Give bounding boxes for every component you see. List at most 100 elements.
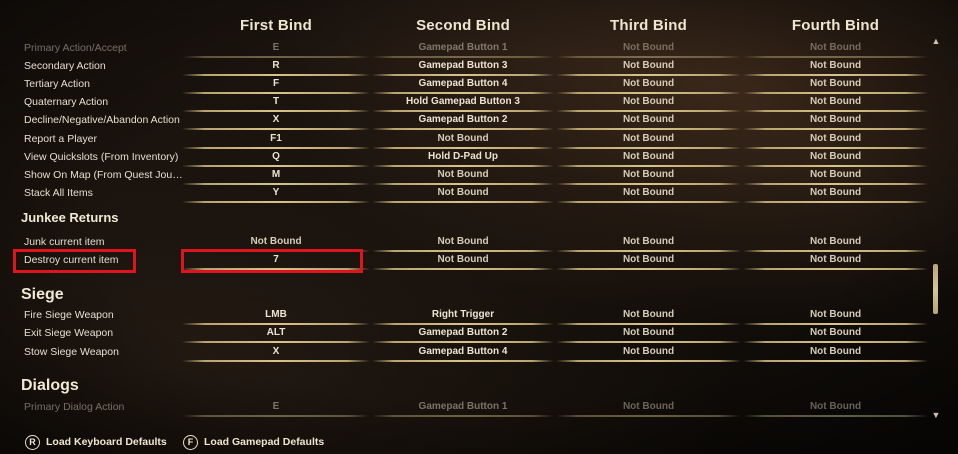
first-bind-cell[interactable]: Y xyxy=(182,185,370,203)
keybind-row[interactable]: Exit Siege Weapon ALT Gamepad Button 2 Not … xyxy=(0,325,940,343)
fourth-bind-cell[interactable]: Not Bound xyxy=(743,58,928,76)
action-label: Exit Siege Weapon xyxy=(24,327,114,339)
third-bind-cell[interactable]: Not Bound xyxy=(556,307,741,325)
keybind-row[interactable]: Junk current item Not Bound Not Bound Not B… xyxy=(0,234,940,252)
third-bind-cell[interactable]: Not Bound xyxy=(556,344,741,362)
first-bind-cell[interactable]: M xyxy=(182,167,370,185)
fourth-bind-cell[interactable]: Not Bound xyxy=(743,149,928,167)
fourth-bind-cell[interactable]: Not Bound xyxy=(743,252,928,270)
second-bind-cell[interactable]: Not Bound xyxy=(372,252,554,270)
third-bind-cell[interactable]: Not Bound xyxy=(556,325,741,343)
second-bind-cell[interactable]: Not Bound xyxy=(372,131,554,149)
second-bind-cell[interactable]: Gamepad Button 4 xyxy=(372,76,554,94)
fourth-bind-cell[interactable]: Not Bound xyxy=(743,131,928,149)
fourth-bind-cell[interactable]: Not Bound xyxy=(743,167,928,185)
keybind-row[interactable]: Primary Action/Accept E Gamepad Button 1 No… xyxy=(0,40,940,58)
first-bind-cell[interactable]: F1 xyxy=(182,131,370,149)
keyboard-key-badge: R xyxy=(25,434,40,450)
first-bind-cell[interactable]: T xyxy=(182,94,370,112)
fourth-bind-cell[interactable]: Not Bound xyxy=(743,325,928,343)
first-bind-cell[interactable]: E xyxy=(182,40,370,58)
load-gamepad-defaults-button[interactable]: F Load Gamepad Defaults xyxy=(183,432,324,452)
second-bind-cell[interactable]: Gamepad Button 4 xyxy=(372,344,554,362)
action-label: Fire Siege Weapon xyxy=(24,309,114,321)
action-label: Primary Dialog Action xyxy=(24,401,125,413)
second-bind-cell[interactable]: Gamepad Button 3 xyxy=(372,58,554,76)
action-label: Tertiary Action xyxy=(24,78,90,90)
scrollbar[interactable]: ▲ ▼ xyxy=(931,36,941,421)
second-bind-cell[interactable]: Right Trigger xyxy=(372,307,554,325)
header-first-bind: First Bind xyxy=(240,17,312,34)
keybind-row[interactable]: Secondary Action R Gamepad Button 3 Not Bou… xyxy=(0,58,940,76)
third-bind-cell[interactable]: Not Bound xyxy=(556,94,741,112)
first-bind-cell[interactable]: X xyxy=(182,344,370,362)
second-bind-cell[interactable]: Hold Gamepad Button 3 xyxy=(372,94,554,112)
first-bind-cell[interactable]: F xyxy=(182,76,370,94)
second-bind-cell[interactable]: Gamepad Button 2 xyxy=(372,325,554,343)
third-bind-cell[interactable]: Not Bound xyxy=(556,112,741,130)
fourth-bind-cell[interactable]: Not Bound xyxy=(743,94,928,112)
fourth-bind-cell[interactable]: Not Bound xyxy=(743,112,928,130)
third-bind-cell[interactable]: Not Bound xyxy=(556,40,741,58)
scroll-thumb[interactable] xyxy=(933,264,938,314)
fourth-bind-cell[interactable]: Not Bound xyxy=(743,307,928,325)
first-bind-cell[interactable]: LMB xyxy=(182,307,370,325)
third-bind-cell[interactable]: Not Bound xyxy=(556,167,741,185)
keybind-row[interactable]: Fire Siege Weapon LMB Right Trigger Not Bou… xyxy=(0,307,940,325)
keybind-row[interactable]: Show On Map (From Quest Journal) M Not Bou… xyxy=(0,167,940,185)
load-keyboard-defaults-button[interactable]: R Load Keyboard Defaults xyxy=(25,432,167,452)
third-bind-cell[interactable]: Not Bound xyxy=(556,399,741,417)
highlight-box-first-bind xyxy=(181,249,363,273)
fourth-bind-cell[interactable]: Not Bound xyxy=(743,185,928,203)
section-title-dialogs: Dialogs xyxy=(21,377,79,394)
section-title-siege: Siege xyxy=(21,286,64,303)
third-bind-cell[interactable]: Not Bound xyxy=(556,185,741,203)
fourth-bind-cell[interactable]: Not Bound xyxy=(743,234,928,252)
action-label: Primary Action/Accept xyxy=(24,42,127,54)
action-label: View Quickslots (From Inventory) xyxy=(24,151,179,163)
keybind-row[interactable]: Decline/Negative/Abandon Action X Gamepad … xyxy=(0,112,940,130)
keybind-row[interactable]: Destroy current item 7 Not Bound Not Bound N… xyxy=(0,252,940,270)
keybind-row[interactable]: Report a Player F1 Not Bound Not Bound Not B… xyxy=(0,131,940,149)
highlight-box-action xyxy=(13,249,136,273)
second-bind-cell[interactable]: Not Bound xyxy=(372,234,554,252)
action-label: Decline/Negative/Abandon Action xyxy=(24,114,180,126)
keybind-row[interactable]: View Quickslots (From Inventory) Q Hold D-… xyxy=(0,149,940,167)
first-bind-cell[interactable]: ALT xyxy=(182,325,370,343)
third-bind-cell[interactable]: Not Bound xyxy=(556,131,741,149)
first-bind-cell[interactable]: Q xyxy=(182,149,370,167)
third-bind-cell[interactable]: Not Bound xyxy=(556,252,741,270)
action-label: Report a Player xyxy=(24,133,97,145)
first-bind-cell[interactable]: E xyxy=(182,399,370,417)
action-label: Secondary Action xyxy=(24,60,106,72)
fourth-bind-cell[interactable]: Not Bound xyxy=(743,344,928,362)
action-label: Stack All Items xyxy=(24,187,93,199)
second-bind-cell[interactable]: Hold D-Pad Up xyxy=(372,149,554,167)
scroll-down-icon[interactable]: ▼ xyxy=(931,410,941,420)
third-bind-cell[interactable]: Not Bound xyxy=(556,58,741,76)
second-bind-cell[interactable]: Not Bound xyxy=(372,167,554,185)
fourth-bind-cell[interactable]: Not Bound xyxy=(743,40,928,58)
action-label: Show On Map (From Quest Journal) xyxy=(24,169,184,181)
third-bind-cell[interactable]: Not Bound xyxy=(556,234,741,252)
keybind-row[interactable]: Stow Siege Weapon X Gamepad Button 4 Not Bo… xyxy=(0,344,940,362)
keybind-row[interactable]: Quaternary Action T Hold Gamepad Button 3N… xyxy=(0,94,940,112)
scroll-up-icon[interactable]: ▲ xyxy=(931,36,941,46)
header-fourth-bind: Fourth Bind xyxy=(791,17,880,34)
second-bind-cell[interactable]: Gamepad Button 1 xyxy=(372,40,554,58)
first-bind-cell[interactable]: R xyxy=(182,58,370,76)
fourth-bind-cell[interactable]: Not Bound xyxy=(743,399,928,417)
second-bind-cell[interactable]: Gamepad Button 2 xyxy=(372,112,554,130)
third-bind-cell[interactable]: Not Bound xyxy=(556,149,741,167)
action-label: Stow Siege Weapon xyxy=(24,346,119,358)
fourth-bind-cell[interactable]: Not Bound xyxy=(743,76,928,94)
keybind-row[interactable]: Primary Dialog Action E Gamepad Button 1 No… xyxy=(0,399,940,417)
keybind-row[interactable]: Tertiary Action F Gamepad Button 4 Not Boun… xyxy=(0,76,940,94)
keybind-row[interactable]: Stack All Items Y Not Bound Not Bound Not Bo… xyxy=(0,185,940,203)
second-bind-cell[interactable]: Not Bound xyxy=(372,185,554,203)
third-bind-cell[interactable]: Not Bound xyxy=(556,76,741,94)
first-bind-cell[interactable]: X xyxy=(182,112,370,130)
header-second-bind: Second Bind xyxy=(416,17,510,34)
second-bind-cell[interactable]: Gamepad Button 1 xyxy=(372,399,554,417)
header-third-bind: Third Bind xyxy=(610,17,687,34)
